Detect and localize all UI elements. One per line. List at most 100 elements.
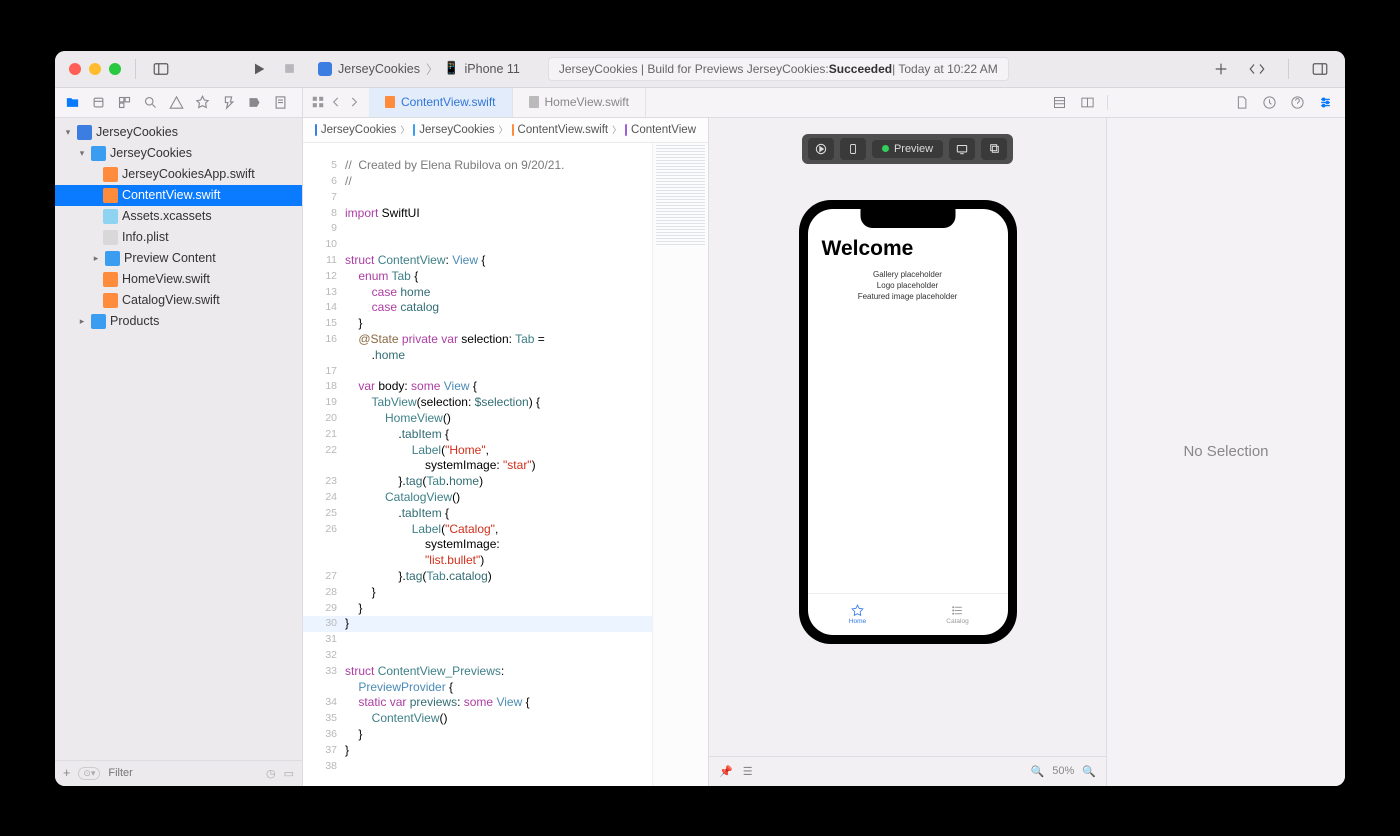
code-line[interactable]: 18 var body: some View { bbox=[303, 379, 652, 395]
tree-file[interactable]: Assets.xcassets bbox=[55, 206, 302, 227]
tab-catalog[interactable]: Catalog bbox=[908, 594, 1008, 635]
tree-folder[interactable]: ▸Preview Content bbox=[55, 248, 302, 269]
code-line[interactable]: 7 bbox=[303, 190, 652, 206]
code-line[interactable]: 15 } bbox=[303, 316, 652, 332]
close-window[interactable] bbox=[69, 63, 81, 75]
zoom-out-icon[interactable]: 🔍 bbox=[1031, 765, 1045, 778]
code-line[interactable]: 5// Created by Elena Rubilova on 9/20/21… bbox=[303, 158, 652, 174]
tree-file-selected[interactable]: ContentView.swift bbox=[55, 185, 302, 206]
code-line[interactable]: 9 bbox=[303, 221, 652, 237]
tree-file[interactable]: Info.plist bbox=[55, 227, 302, 248]
tree-project-root[interactable]: ▾JerseyCookies bbox=[55, 122, 302, 143]
code-line[interactable]: 34 static var previews: some View { bbox=[303, 695, 652, 711]
scm-icon[interactable]: ▭ bbox=[284, 767, 294, 780]
code-line[interactable]: 12 enum Tab { bbox=[303, 269, 652, 285]
minimap[interactable] bbox=[652, 143, 708, 786]
navigator-tabs[interactable] bbox=[55, 88, 303, 117]
preview-options-icon[interactable]: ☰ bbox=[743, 765, 753, 778]
breakpoint-navigator-icon[interactable] bbox=[247, 95, 262, 110]
code-line[interactable]: 27 }.tag(Tab.catalog) bbox=[303, 569, 652, 585]
history-inspector-icon[interactable] bbox=[1262, 95, 1277, 110]
code-line[interactable]: 37} bbox=[303, 743, 652, 759]
tree-folder[interactable]: ▸Products bbox=[55, 311, 302, 332]
jump-bar[interactable]: JerseyCookies〉 JerseyCookies〉 ContentVie… bbox=[303, 118, 708, 143]
back-icon[interactable] bbox=[329, 95, 343, 109]
debug-navigator-icon[interactable] bbox=[221, 95, 236, 110]
source-control-navigator-icon[interactable] bbox=[91, 95, 106, 110]
code-line[interactable]: 33struct ContentView_Previews: bbox=[303, 664, 652, 680]
tab-homeview[interactable]: HomeView.swift bbox=[513, 88, 646, 117]
sidebar-toggle-icon[interactable] bbox=[150, 58, 172, 80]
file-tree[interactable]: ▾JerseyCookies ▾JerseyCookies JerseyCook… bbox=[55, 118, 302, 760]
project-navigator-icon[interactable] bbox=[65, 95, 80, 110]
code-line[interactable]: 29 } bbox=[303, 601, 652, 617]
code-line[interactable]: 10 bbox=[303, 237, 652, 253]
code-line[interactable]: .home bbox=[303, 348, 652, 364]
issue-navigator-icon[interactable] bbox=[169, 95, 184, 110]
minimize-window[interactable] bbox=[89, 63, 101, 75]
preview-status[interactable]: Preview bbox=[872, 140, 943, 158]
code-line[interactable]: 19 TabView(selection: $selection) { bbox=[303, 395, 652, 411]
code-line[interactable]: 36 } bbox=[303, 727, 652, 743]
code-line[interactable]: 17 bbox=[303, 364, 652, 380]
test-navigator-icon[interactable] bbox=[195, 95, 210, 110]
scheme-selector[interactable]: JerseyCookies 〉 📱 iPhone 11 bbox=[308, 59, 530, 78]
code-line[interactable]: PreviewProvider { bbox=[303, 680, 652, 696]
code-line[interactable]: 32 bbox=[303, 648, 652, 664]
code-line[interactable]: systemImage: "star") bbox=[303, 458, 652, 474]
tab-contentview[interactable]: ContentView.swift bbox=[369, 88, 513, 117]
code-line[interactable]: 23 }.tag(Tab.home) bbox=[303, 474, 652, 490]
pin-preview-icon[interactable]: 📌 bbox=[719, 765, 733, 778]
add-editor-icon[interactable] bbox=[1080, 95, 1095, 110]
symbol-navigator-icon[interactable] bbox=[117, 95, 132, 110]
code-line[interactable]: 11struct ContentView: View { bbox=[303, 253, 652, 269]
code-line[interactable]: 35 ContentView() bbox=[303, 711, 652, 727]
build-status-bar[interactable]: JerseyCookies | Build for Previews Jerse… bbox=[548, 57, 1009, 81]
zoom-in-icon[interactable]: 🔍 bbox=[1082, 765, 1096, 778]
file-inspector-icon[interactable] bbox=[1234, 95, 1249, 110]
app-preview[interactable]: Welcome Gallery placeholder Logo placeho… bbox=[808, 209, 1008, 635]
code-line[interactable]: 20 HomeView() bbox=[303, 411, 652, 427]
source-code[interactable]: 5// Created by Elena Rubilova on 9/20/21… bbox=[303, 143, 652, 786]
tree-file[interactable]: CatalogView.swift bbox=[55, 290, 302, 311]
related-items-icon[interactable] bbox=[311, 95, 325, 109]
code-line[interactable]: 6// bbox=[303, 174, 652, 190]
tree-folder[interactable]: ▾JerseyCookies bbox=[55, 143, 302, 164]
filter-scope-icon[interactable]: ⊙▾ bbox=[78, 767, 100, 780]
live-preview-icon[interactable] bbox=[808, 138, 834, 160]
code-line[interactable]: systemImage: bbox=[303, 537, 652, 553]
filter-input[interactable] bbox=[108, 767, 258, 779]
preview-on-device-icon[interactable] bbox=[840, 138, 866, 160]
help-inspector-icon[interactable] bbox=[1290, 95, 1305, 110]
code-line[interactable]: 38 bbox=[303, 759, 652, 775]
report-navigator-icon[interactable] bbox=[273, 95, 288, 110]
code-line[interactable]: 28 } bbox=[303, 585, 652, 601]
tab-home[interactable]: Home bbox=[808, 594, 908, 635]
inspect-preview-icon[interactable] bbox=[949, 138, 975, 160]
code-line[interactable]: "list.bullet") bbox=[303, 553, 652, 569]
code-line[interactable]: 22 Label("Home", bbox=[303, 443, 652, 459]
code-line[interactable]: 16 @State private var selection: Tab = bbox=[303, 332, 652, 348]
inspector-toggle-icon[interactable] bbox=[1309, 58, 1331, 80]
run-button[interactable] bbox=[248, 58, 270, 80]
code-line[interactable] bbox=[303, 143, 652, 159]
code-line[interactable]: 30} bbox=[303, 616, 652, 632]
code-line[interactable]: 24 CatalogView() bbox=[303, 490, 652, 506]
zoom-window[interactable] bbox=[109, 63, 121, 75]
code-line[interactable]: 14 case catalog bbox=[303, 300, 652, 316]
find-navigator-icon[interactable] bbox=[143, 95, 158, 110]
code-review-icon[interactable] bbox=[1246, 58, 1268, 80]
code-line[interactable]: 13 case home bbox=[303, 285, 652, 301]
code-line[interactable]: 31 bbox=[303, 632, 652, 648]
forward-icon[interactable] bbox=[347, 95, 361, 109]
add-file-icon[interactable]: + bbox=[63, 766, 70, 780]
duplicate-preview-icon[interactable] bbox=[981, 138, 1007, 160]
code-line[interactable]: 21 .tabItem { bbox=[303, 427, 652, 443]
tree-file[interactable]: JerseyCookiesApp.swift bbox=[55, 164, 302, 185]
code-line[interactable]: 26 Label("Catalog", bbox=[303, 522, 652, 538]
tree-file[interactable]: HomeView.swift bbox=[55, 269, 302, 290]
code-line[interactable]: 25 .tabItem { bbox=[303, 506, 652, 522]
library-plus-icon[interactable] bbox=[1210, 58, 1232, 80]
recent-icon[interactable]: ◷ bbox=[266, 767, 276, 780]
code-line[interactable]: 8import SwiftUI bbox=[303, 206, 652, 222]
